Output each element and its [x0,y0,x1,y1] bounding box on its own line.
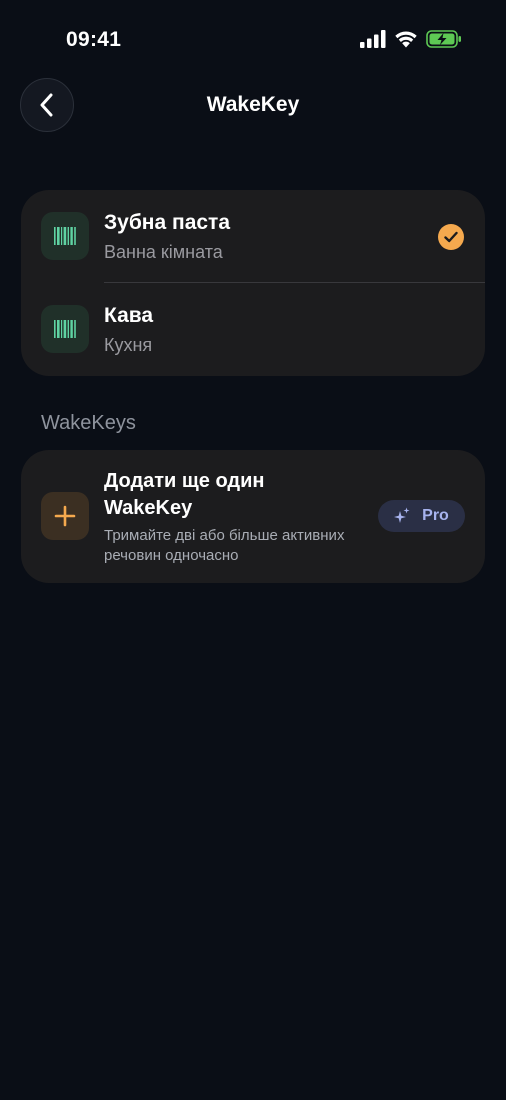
checkmark-icon [438,224,464,250]
wakekey-item-location: Ванна кімната [104,242,223,262]
pro-badge: Pro [378,500,465,532]
add-wakekey-card[interactable]: Додати ще один WakeKey Тримайте дві або … [21,450,485,583]
barcode-icon [41,212,89,260]
plus-icon [41,492,89,540]
page-title: WakeKey [206,93,300,116]
wakekey-item-location: Кухня [104,335,153,355]
status-icons [360,30,462,48]
battery-charging-icon [426,30,461,48]
wakekey-item-title: Зубна паста [104,211,231,234]
pro-badge-label: Pro [422,507,449,524]
wakekey-item-title: Кава [104,304,154,327]
add-wakekey-title: Додати ще один WakeKey [104,470,265,519]
wifi-icon [395,31,417,48]
wakekey-list-card: Зубна паста Ванна кімната Кава Кухня [21,190,485,376]
wakekey-item-coffee[interactable]: Кава Кухня [21,283,485,376]
sparkles-icon [394,507,410,523]
cellular-signal-icon [360,30,386,48]
status-bar: 09:41 [0,0,506,82]
add-wakekey-description: Тримайте дві або більше активних речовин… [104,527,345,564]
section-title: WakeKeys [41,412,136,434]
barcode-icon [41,305,89,353]
wakekey-item-toothpaste[interactable]: Зубна паста Ванна кімната [21,190,485,283]
status-time: 09:41 [66,28,122,51]
